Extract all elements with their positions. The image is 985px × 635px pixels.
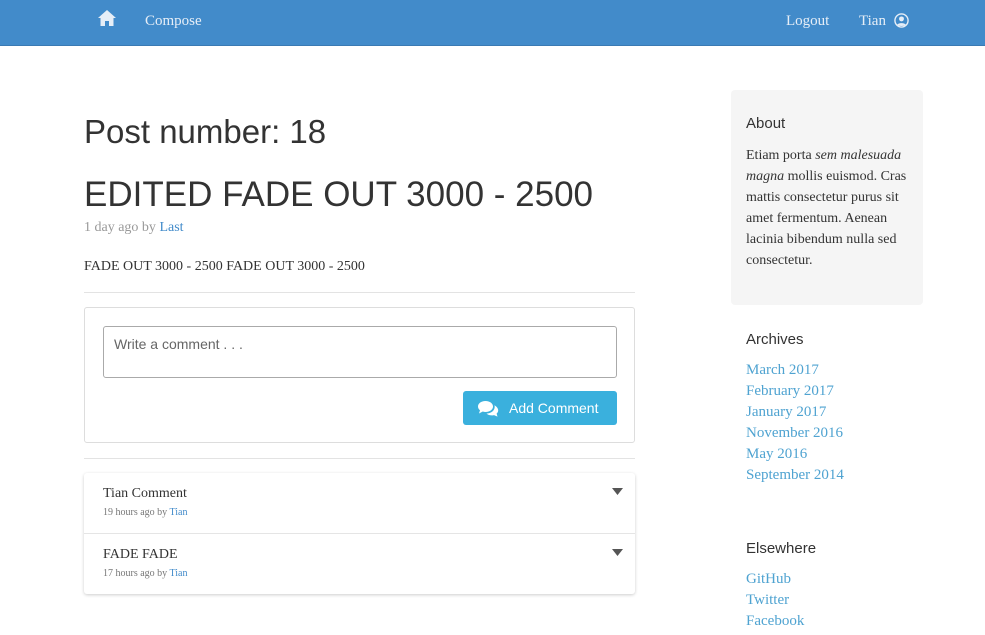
top-navbar: Compose Logout Tian	[0, 0, 985, 46]
post-author-link[interactable]: Last	[159, 220, 183, 235]
comment-meta: 17 hours ago by Tian	[103, 568, 187, 579]
archive-link[interactable]: March 2017	[746, 360, 844, 381]
user-menu-link[interactable]: Tian	[859, 13, 886, 30]
comment-time: 17 hours ago by	[103, 568, 170, 579]
comment-title: Tian Comment	[103, 486, 187, 501]
caret-down-icon[interactable]	[612, 549, 623, 556]
comment-meta: 19 hours ago by Tian	[103, 507, 187, 518]
add-comment-label: Add Comment	[509, 400, 599, 416]
post-meta-time: 1 day ago by	[84, 220, 160, 235]
divider	[84, 292, 635, 293]
comment-title: FADE FADE	[103, 547, 178, 562]
post-number-heading: Post number: 18	[84, 113, 327, 150]
home-icon[interactable]	[97, 9, 117, 27]
comments-list: Tian Comment 19 hours ago by Tian FADE F…	[84, 473, 635, 594]
archives-list: March 2017 February 2017 January 2017 No…	[746, 360, 844, 486]
github-link[interactable]: GitHub	[746, 569, 804, 590]
post-title: EDITED FADE OUT 3000 - 2500	[84, 175, 594, 214]
user-circle-icon[interactable]	[894, 13, 909, 28]
about-panel: About Etiam porta sem malesuada magna mo…	[731, 90, 923, 305]
compose-link[interactable]: Compose	[145, 13, 202, 30]
comment-author-link[interactable]: Tian	[169, 568, 187, 579]
archive-link[interactable]: January 2017	[746, 402, 844, 423]
comment-item[interactable]: Tian Comment 19 hours ago by Tian	[84, 473, 635, 533]
caret-down-icon[interactable]	[612, 488, 623, 495]
logout-link[interactable]: Logout	[786, 13, 829, 30]
comment-item[interactable]: FADE FADE 17 hours ago by Tian	[84, 533, 635, 593]
archive-link[interactable]: November 2016	[746, 423, 844, 444]
about-text-part: Etiam porta	[746, 148, 816, 163]
divider	[84, 458, 635, 459]
about-text: Etiam porta sem malesuada magna mollis e…	[746, 145, 916, 271]
elsewhere-heading: Elsewhere	[746, 540, 817, 557]
add-comment-button[interactable]: Add Comment	[463, 391, 617, 425]
about-heading: About	[746, 115, 786, 132]
archive-link[interactable]: September 2014	[746, 465, 844, 486]
archives-heading: Archives	[746, 331, 804, 348]
archive-link[interactable]: February 2017	[746, 381, 844, 402]
post-meta: 1 day ago by Last	[84, 220, 184, 236]
twitter-link[interactable]: Twitter	[746, 590, 804, 611]
elsewhere-list: GitHub Twitter Facebook	[746, 569, 804, 632]
comment-author-link[interactable]: Tian	[169, 507, 187, 518]
facebook-link[interactable]: Facebook	[746, 611, 804, 632]
comment-form-panel: Add Comment	[84, 307, 635, 443]
archive-link[interactable]: May 2016	[746, 444, 844, 465]
comment-input[interactable]	[103, 326, 617, 378]
comments-icon	[478, 401, 499, 417]
post-body: FADE OUT 3000 - 2500 FADE OUT 3000 - 250…	[84, 259, 365, 274]
comment-time: 19 hours ago by	[103, 507, 170, 518]
